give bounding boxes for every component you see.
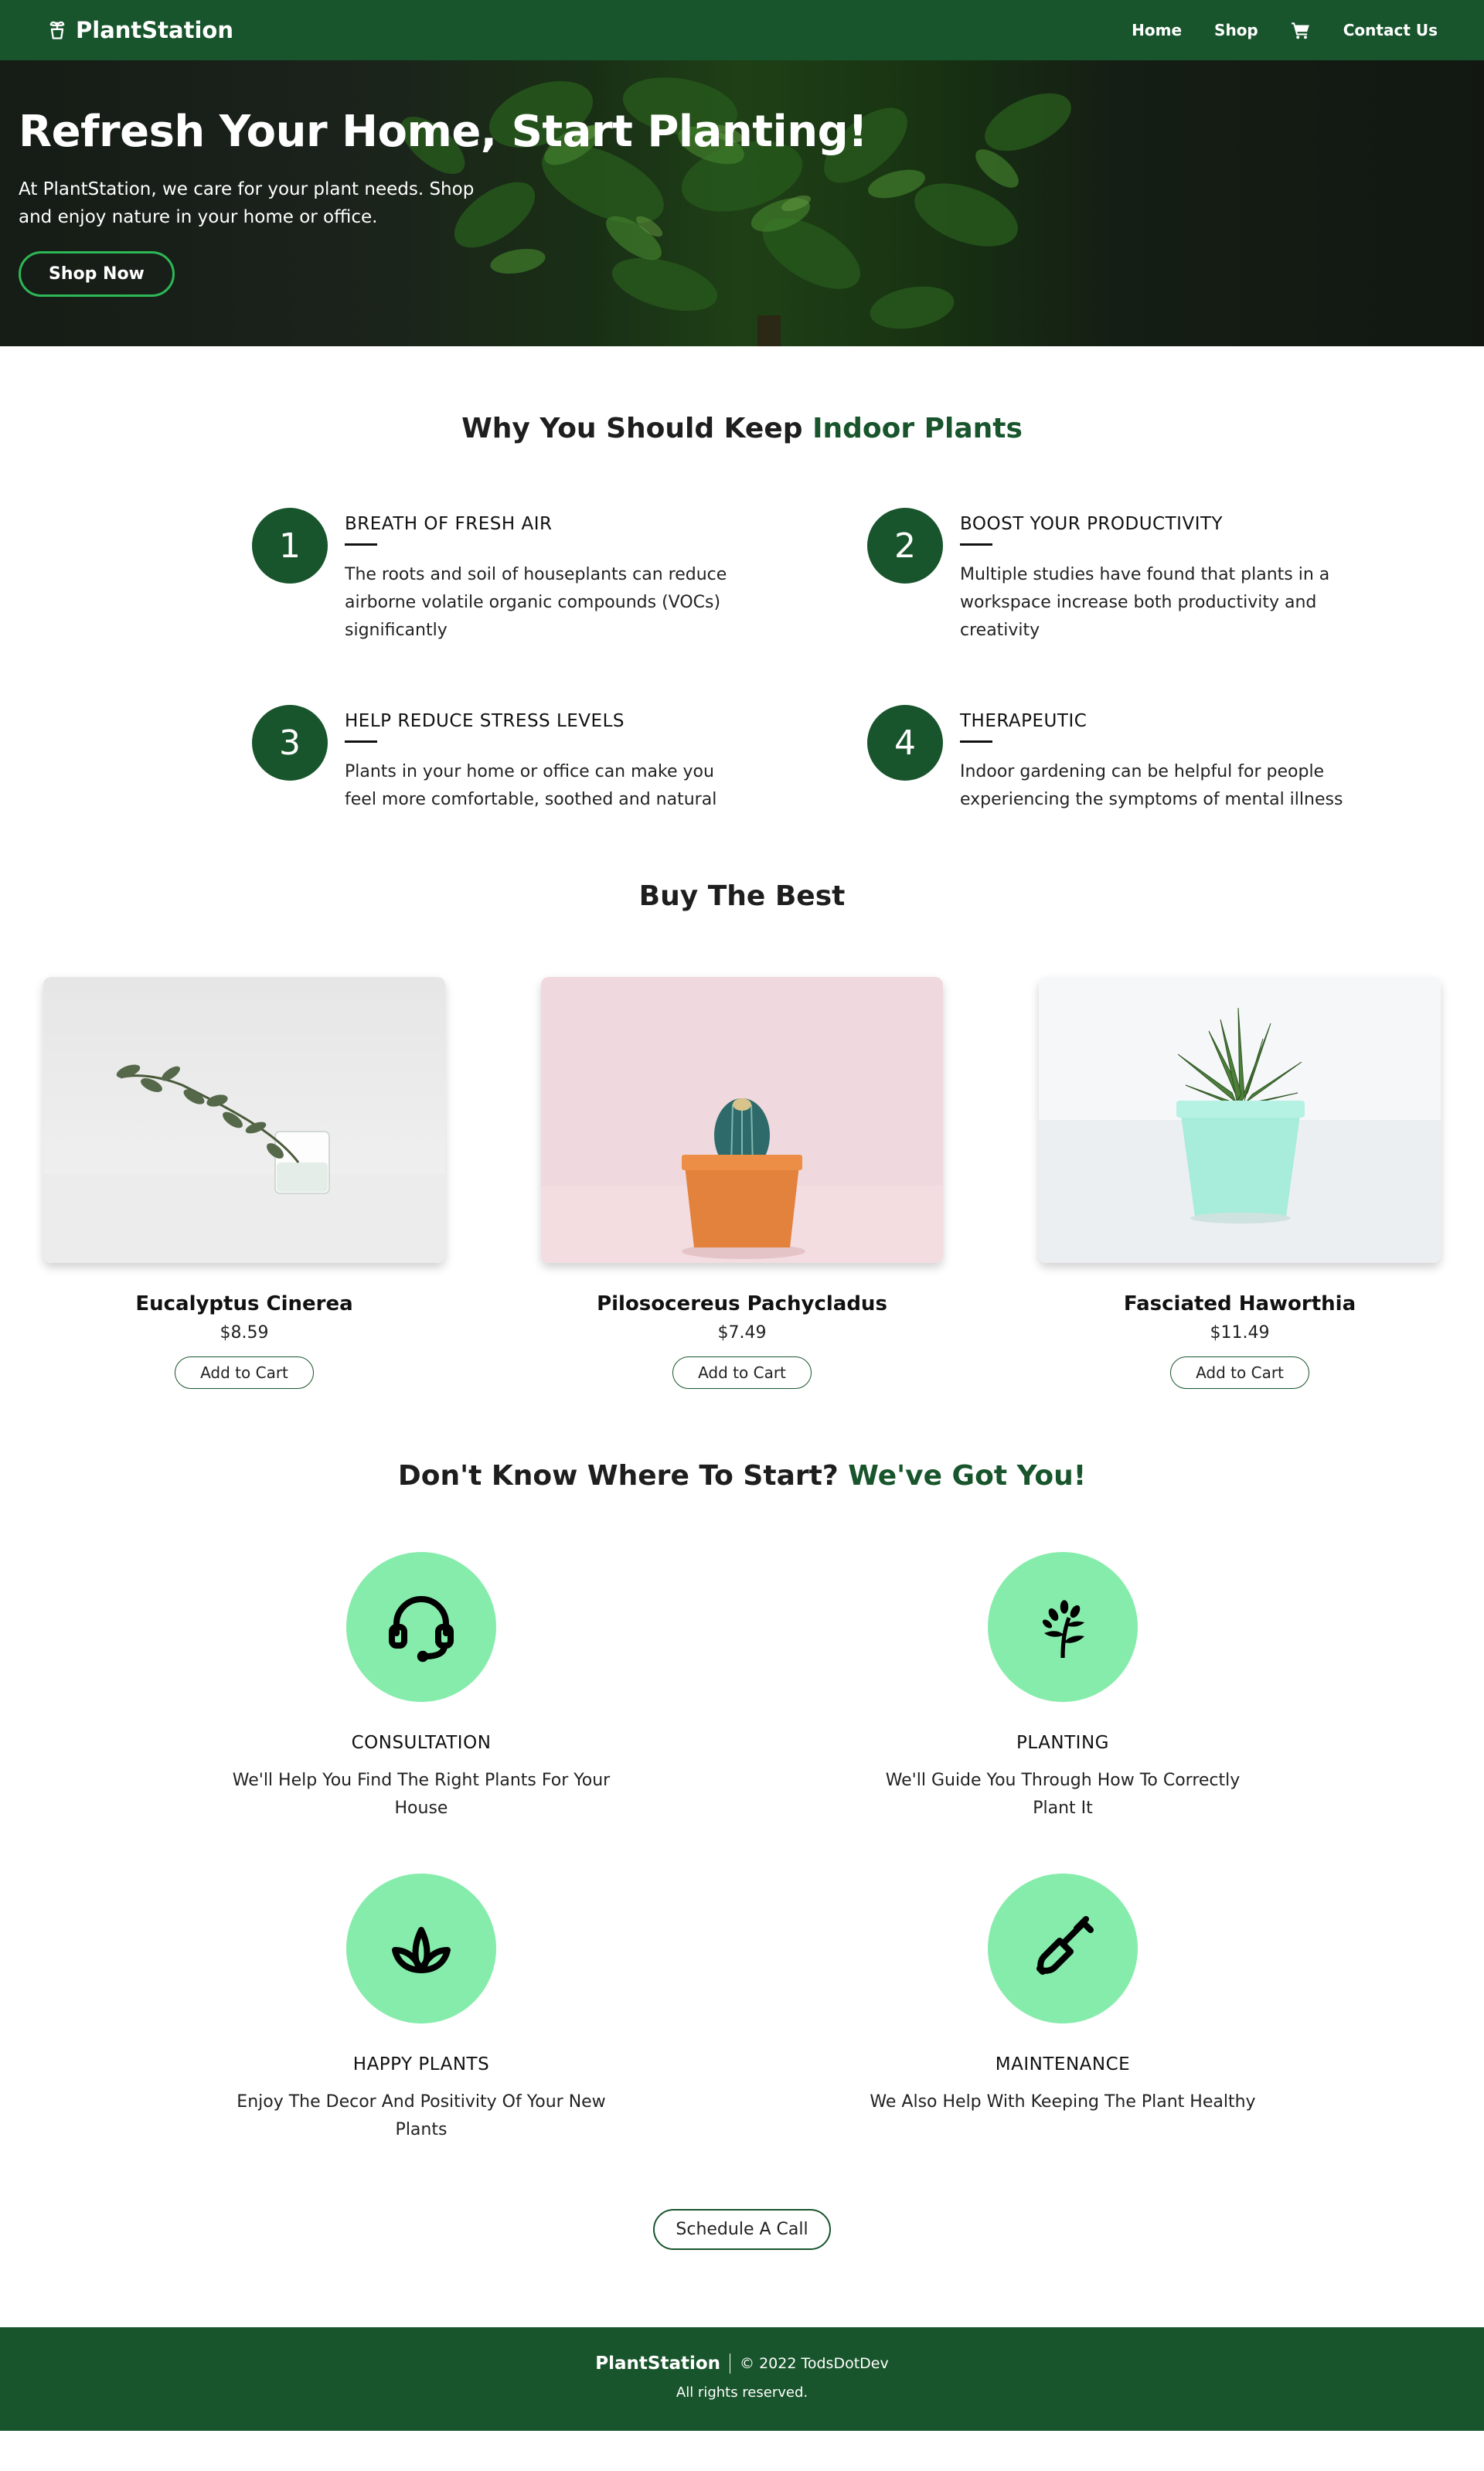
benefit-item: 4 THERAPEUTIC Indoor gardening can be he… [731, 705, 1346, 814]
benefit-item: 3 HELP REDUCE STRESS LEVELS Plants in yo… [178, 705, 731, 814]
service-text: We'll Guide You Through How To Correctly… [885, 1771, 1241, 1818]
cart-icon[interactable] [1291, 20, 1311, 40]
navbar: PlantStation Home Shop Contact Us [0, 0, 1484, 60]
product-list: Eucalyptus Cinerea $8.59 Add to Cart Pil… [0, 977, 1484, 1389]
lotus-icon [392, 1927, 451, 1973]
hero-subtitle: At PlantStation, we care for your plant … [19, 179, 475, 227]
shovel-icon [1036, 1916, 1094, 1975]
sprout-icon [1042, 1600, 1084, 1659]
service-title: PLANTING [1016, 1733, 1109, 1753]
plant-pot-logo-icon [49, 21, 65, 39]
why-title-accent: Indoor Plants [812, 413, 1023, 444]
benefit-title: HELP REDUCE STRESS LEVELS [345, 711, 625, 731]
services-grid: CONSULTATION We'll Help You Find The Rig… [100, 1552, 1384, 2144]
service-icon-circle [988, 1874, 1138, 2023]
add-to-cart-button[interactable]: Add to Cart [1170, 1356, 1309, 1389]
benefit-title: THERAPEUTIC [960, 711, 1087, 731]
why-section-title: Why You Should Keep Indoor Plants [0, 413, 1484, 444]
hero-content: Refresh Your Home, Start Planting! At Pl… [0, 60, 1484, 297]
benefit-title: BREATH OF FRESH AIR [345, 514, 553, 534]
product-price: $7.49 [717, 1323, 767, 1343]
benefit-divider [960, 543, 992, 546]
services-title-accent: We've Got You! [848, 1460, 1087, 1492]
benefit-title: BOOST YOUR PRODUCTIVITY [960, 514, 1224, 534]
service-title: MAINTENANCE [995, 2054, 1131, 2074]
services-title-prefix: Don't Know Where To Start? [397, 1460, 839, 1492]
benefit-divider [345, 740, 377, 743]
service-item: MAINTENANCE We Also Help With Keeping Th… [742, 1874, 1384, 2144]
brand-link[interactable]: PlantStation [46, 17, 233, 43]
benefit-number-badge: 3 [252, 705, 328, 781]
service-icon-circle [346, 1552, 496, 1702]
benefit-body: THERAPEUTIC Indoor gardening can be help… [960, 705, 1346, 814]
haworthia-product-image[interactable] [1039, 977, 1441, 1263]
product-name: Fasciated Haworthia [1123, 1292, 1356, 1315]
headset-icon [389, 1596, 454, 1663]
product-card: Eucalyptus Cinerea $8.59 Add to Cart [43, 977, 445, 1389]
add-to-cart-button[interactable]: Add to Cart [175, 1356, 314, 1389]
nav-contact-link[interactable]: Contact Us [1343, 21, 1438, 39]
service-text: We'll Help You Find The Right Plants For… [232, 1771, 611, 1818]
benefit-divider [960, 740, 992, 743]
product-price: $8.59 [220, 1323, 269, 1343]
hero-title: Refresh Your Home, Start Planting! [19, 107, 868, 157]
nav-links: Home Shop Contact Us [1099, 20, 1438, 40]
cactus-product-image[interactable] [541, 977, 943, 1263]
service-icon-circle [988, 1552, 1138, 1702]
service-item: PLANTING We'll Guide You Through How To … [742, 1552, 1384, 1823]
footer-copyright: © 2022 TodsDotDev [740, 2355, 889, 2372]
benefit-body: HELP REDUCE STRESS LEVELS Plants in your… [345, 705, 731, 814]
service-text: Enjoy The Decor And Positivity Of Your N… [237, 2092, 606, 2139]
benefits-grid: 1 BREATH OF FRESH AIR The roots and soil… [178, 508, 1343, 814]
nav-shop-link[interactable]: Shop [1214, 21, 1258, 39]
footer: PlantStation © 2022 TodsDotDev All right… [0, 2327, 1484, 2431]
products-section: Buy The Best Eucalyptus Cinerea $8.59 Ad… [0, 814, 1484, 1389]
schedule-call-button[interactable]: Schedule A Call [653, 2209, 831, 2250]
eucalyptus-product-image[interactable] [43, 977, 445, 1263]
service-item: CONSULTATION We'll Help You Find The Rig… [100, 1552, 742, 1823]
services-section-title: Don't Know Where To Start? We've Got You… [0, 1460, 1484, 1492]
products-section-title: Buy The Best [638, 880, 846, 912]
footer-brand: PlantStation [595, 2354, 731, 2374]
benefit-item: 2 BOOST YOUR PRODUCTIVITY Multiple studi… [731, 508, 1346, 645]
service-icon-circle [346, 1874, 496, 2023]
why-title-prefix: Why You Should Keep [461, 413, 803, 444]
product-card: Fasciated Haworthia $11.49 Add to Cart [1039, 977, 1441, 1389]
service-item: HAPPY PLANTS Enjoy The Decor And Positiv… [100, 1874, 742, 2144]
benefit-body: BREATH OF FRESH AIR The roots and soil o… [345, 508, 731, 645]
benefit-text: Indoor gardening can be helpful for peop… [960, 762, 1343, 809]
service-title: HAPPY PLANTS [352, 2054, 490, 2074]
benefit-number-badge: 1 [252, 508, 328, 584]
product-price: $11.49 [1210, 1323, 1270, 1343]
services-section: Don't Know Where To Start? We've Got You… [0, 1389, 1484, 2250]
why-indoor-plants-section: Why You Should Keep Indoor Plants 1 BREA… [0, 346, 1484, 814]
product-card: Pilosocereus Pachycladus $7.49 Add to Ca… [541, 977, 943, 1389]
add-to-cart-button[interactable]: Add to Cart [672, 1356, 812, 1389]
brand-name: PlantStation [76, 17, 233, 43]
footer-rights: All rights reserved. [676, 2384, 808, 2401]
benefit-text: Multiple studies have found that plants … [960, 565, 1330, 640]
shop-now-button[interactable]: Shop Now [19, 251, 175, 297]
product-name: Pilosocereus Pachycladus [597, 1292, 887, 1315]
benefit-divider [345, 543, 377, 546]
product-name: Eucalyptus Cinerea [135, 1292, 353, 1315]
benefit-number-badge: 2 [867, 508, 943, 584]
benefit-text: Plants in your home or office can make y… [345, 762, 717, 809]
benefit-item: 1 BREATH OF FRESH AIR The roots and soil… [178, 508, 731, 645]
benefit-number-badge: 4 [867, 705, 943, 781]
nav-home-link[interactable]: Home [1132, 21, 1182, 39]
footer-row: PlantStation © 2022 TodsDotDev [0, 2354, 1484, 2374]
service-title: CONSULTATION [351, 1733, 492, 1753]
hero-banner: Refresh Your Home, Start Planting! At Pl… [0, 60, 1484, 346]
benefit-text: The roots and soil of houseplants can re… [345, 565, 727, 640]
service-text: We Also Help With Keeping The Plant Heal… [870, 2092, 1256, 2112]
benefit-body: BOOST YOUR PRODUCTIVITY Multiple studies… [960, 508, 1346, 645]
